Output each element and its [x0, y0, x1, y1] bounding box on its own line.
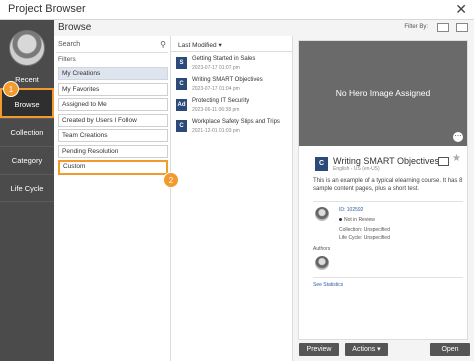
- preview-button[interactable]: Preview: [299, 343, 339, 356]
- hero-menu-icon[interactable]: ⋯: [453, 132, 463, 142]
- list-item[interactable]: S Getting Started in Sales 2023-07-17 01…: [174, 55, 291, 74]
- window-title: Project Browser: [8, 3, 86, 15]
- favorite-star-icon[interactable]: ★: [452, 153, 461, 164]
- course-id: ID: 102592: [339, 207, 364, 213]
- list-item[interactable]: C Workplace Safety Slips and Trips 2021-…: [174, 118, 291, 137]
- sort-label: Last Modified: [178, 42, 217, 49]
- left-nav: Recent Browse Collection Category Life C…: [0, 20, 54, 361]
- course-language: English - US (en-US): [333, 166, 380, 172]
- filters-label: Filters: [58, 56, 76, 63]
- course-type-icon: C: [176, 78, 187, 90]
- divider: [313, 201, 463, 202]
- course-type-icon: Ad: [176, 99, 187, 111]
- list-item[interactable]: Ad Protecting IT Security 2023-06-11 06:…: [174, 97, 291, 116]
- course-list-column: Last Modified ▾ S Getting Started in Sal…: [171, 36, 293, 361]
- filter-by-label: Filter By:: [404, 24, 428, 30]
- course-type-icon: S: [176, 57, 187, 69]
- tablet-view-icon[interactable]: [456, 23, 468, 32]
- close-icon[interactable]: ✕: [455, 2, 467, 16]
- course-date: 2021-12-01 01:03 pm: [192, 128, 240, 134]
- hero-image-placeholder: No Hero Image Assigned ⋯: [299, 41, 467, 146]
- nav-collection[interactable]: Collection: [0, 118, 54, 146]
- callout-badge-1: 1: [3, 81, 19, 97]
- monitor-icon[interactable]: [438, 157, 449, 166]
- search-icon[interactable]: ⚲: [160, 40, 166, 49]
- collection-info: Collection: Unspecified: [339, 227, 390, 233]
- course-date: 2023-07-17 01:07 pm: [192, 65, 240, 71]
- course-detail-card: No Hero Image Assigned ⋯ C Writing SMART…: [298, 40, 468, 340]
- title-bar: Project Browser ✕: [0, 0, 474, 20]
- search-placeholder: Search: [58, 41, 81, 48]
- list-item[interactable]: C Writing SMART Objectives 2023-07-17 01…: [174, 76, 291, 95]
- nav-category[interactable]: Category: [0, 146, 54, 174]
- course-type-icon: C: [176, 120, 187, 132]
- divider: [171, 51, 293, 52]
- filter-column: Search ⚲ Filters My Creations My Favorit…: [54, 36, 171, 361]
- status-dot-icon: [339, 218, 342, 222]
- sort-dropdown[interactable]: Last Modified ▾: [178, 41, 222, 49]
- open-button[interactable]: Open: [430, 343, 470, 356]
- filter-my-creations[interactable]: My Creations: [58, 67, 168, 80]
- course-name: Writing SMART Objectives: [192, 77, 263, 83]
- chevron-down-icon: ▾: [218, 42, 222, 49]
- filter-my-favorites[interactable]: My Favorites: [58, 83, 168, 96]
- owner-avatar: [315, 207, 329, 221]
- user-avatar[interactable]: [9, 30, 45, 66]
- filter-custom[interactable]: Custom: [58, 160, 168, 175]
- filter-pending-resolution[interactable]: Pending Resolution: [58, 145, 168, 158]
- course-description: This is an example of a typical elearnin…: [313, 178, 463, 192]
- callout-badge-2: 2: [163, 172, 179, 188]
- search-input[interactable]: Search ⚲: [56, 39, 168, 53]
- filter-assigned-to-me[interactable]: Assigned to Me: [58, 98, 168, 111]
- life-cycle-info: Life Cycle: Unspecified: [339, 235, 390, 241]
- filter-team-creations[interactable]: Team Creations: [58, 129, 168, 142]
- browse-title: Browse: [58, 22, 92, 33]
- review-status: Not in Review: [339, 217, 375, 223]
- divider: [313, 277, 463, 278]
- authors-label: Authors: [313, 246, 331, 252]
- nav-life-cycle[interactable]: Life Cycle: [0, 174, 54, 202]
- course-date: 2023-07-17 01:04 pm: [192, 86, 240, 92]
- course-date: 2023-06-11 06:38 pm: [192, 107, 240, 113]
- hero-text: No Hero Image Assigned: [335, 88, 431, 98]
- course-type-icon: C: [315, 157, 328, 171]
- course-name: Workplace Safety Slips and Trips: [192, 119, 280, 125]
- project-browser-window: Project Browser ✕ Recent Browse Collecti…: [0, 0, 474, 361]
- detail-column: No Hero Image Assigned ⋯ C Writing SMART…: [294, 36, 474, 361]
- actions-button[interactable]: Actions ▾: [345, 343, 388, 356]
- course-name: Getting Started in Sales: [192, 56, 256, 62]
- course-title: Writing SMART Objectives: [333, 156, 440, 166]
- review-status-text: Not in Review: [344, 217, 375, 223]
- course-name: Protecting IT Security: [192, 98, 250, 104]
- filter-created-by-users-i-follow[interactable]: Created by Users I Follow: [58, 114, 168, 127]
- author-avatar[interactable]: [315, 256, 329, 270]
- see-statistics-link[interactable]: See Statistics: [313, 282, 343, 288]
- monitor-view-icon[interactable]: [437, 23, 449, 32]
- browse-header: Browse Filter By:: [54, 20, 474, 36]
